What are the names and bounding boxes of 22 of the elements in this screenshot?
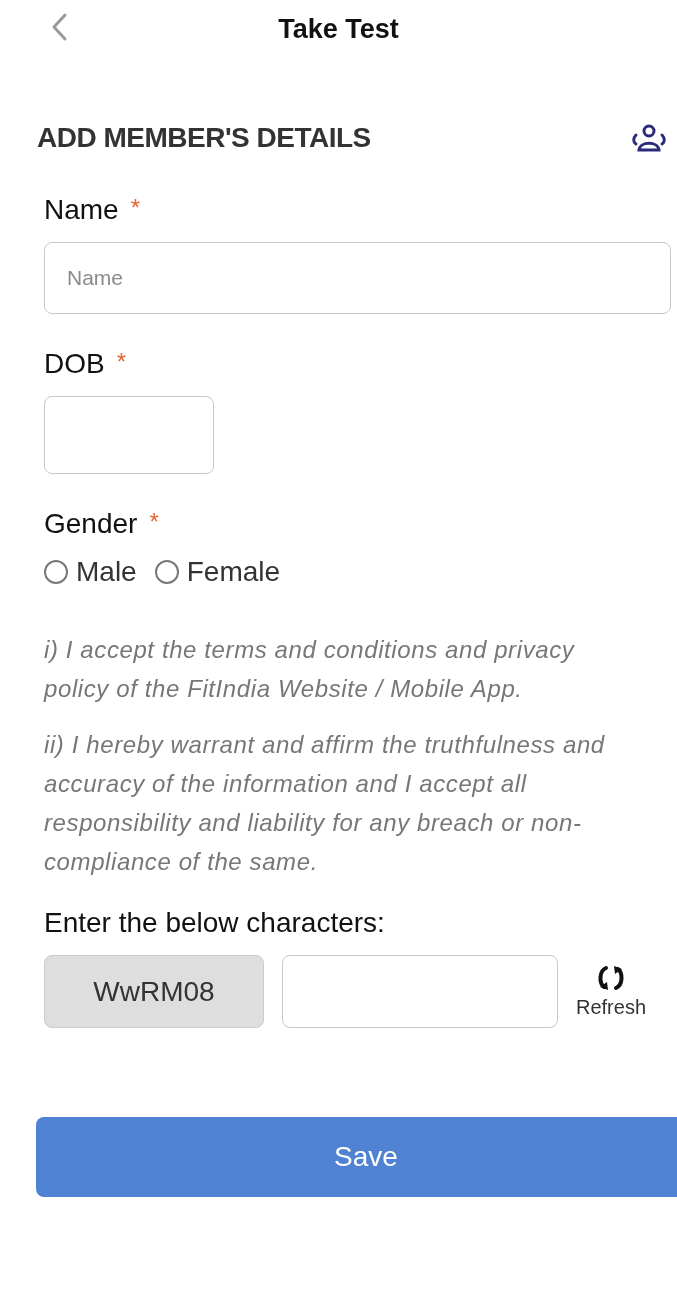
required-mark: * xyxy=(116,348,127,376)
required-mark: * xyxy=(130,194,141,222)
radio-option[interactable]: Female xyxy=(154,556,281,588)
name-field[interactable]: Name xyxy=(44,242,671,314)
switch-member-icon[interactable] xyxy=(631,123,667,153)
field-label: DOB xyxy=(44,348,105,380)
terms-paragraph: i) I accept the terms and conditions and privacy policy of the FitIndia Website / Mobile App. xyxy=(44,635,576,704)
back-icon xyxy=(50,12,68,42)
captcha-label: Enter the below characters: xyxy=(44,907,386,939)
field-label: Name xyxy=(44,194,119,226)
terms-paragraph: ii) I hereby warrant and affirm the truthfulness and accuracy of the information and I accept all responsibility and liability for any breach or non-compliance of the same. xyxy=(44,730,606,877)
captcha-field[interactable] xyxy=(282,955,558,1028)
back-button[interactable] xyxy=(50,12,68,42)
section-title: ADD MEMBER'S DETAILS xyxy=(37,122,371,154)
refresh-button[interactable]: Refresh xyxy=(576,964,647,1019)
required-mark: * xyxy=(149,508,159,536)
page-title: Take Test xyxy=(278,13,399,45)
date-field[interactable] xyxy=(44,396,214,474)
radio-option[interactable]: Male xyxy=(44,556,137,588)
field-label: Gender xyxy=(44,508,138,540)
save-button[interactable]: Save xyxy=(36,1117,677,1197)
captcha-code: WwRM08 xyxy=(44,955,264,1028)
